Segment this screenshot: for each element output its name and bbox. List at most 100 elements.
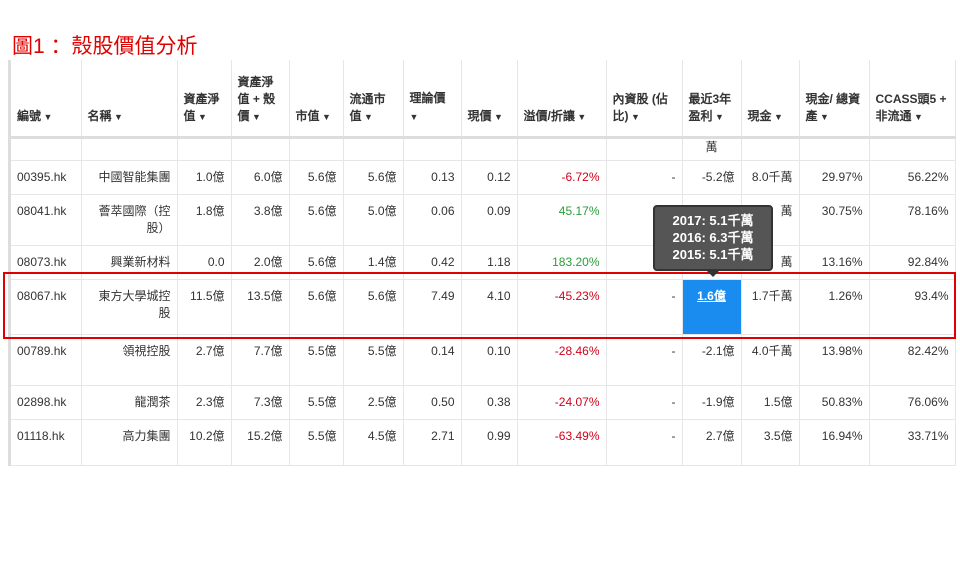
column-header[interactable]: 現價 ▼ xyxy=(461,60,518,139)
cell-domestic: - xyxy=(606,160,683,195)
cell-name: 領視控股 xyxy=(81,334,178,386)
cell-price: 0.09 xyxy=(461,194,518,246)
cell-theory: 0.13 xyxy=(403,160,462,195)
cell-float: 2.5億 xyxy=(343,385,404,420)
cell-ccass: 76.06% xyxy=(869,385,956,420)
cell-price: 0.12 xyxy=(461,160,518,195)
table-row[interactable]: 00789.hk 領視控股 2.7億 7.7億 5.5億 5.5億 0.14 0.10 -28.… xyxy=(11,334,956,386)
cell-cash: 4.0千萬 xyxy=(741,334,800,386)
sort-caret-icon[interactable]: ▼ xyxy=(818,112,829,122)
cell-cash-ratio: 30.75% xyxy=(799,194,870,246)
header-label: 現金/ 總資產 xyxy=(805,91,861,123)
header-label: 現價 xyxy=(467,108,492,123)
cell-name: 高力集團 xyxy=(81,419,178,466)
cell-domestic: - xyxy=(606,385,683,420)
cell-nav-shell: 3.8億 xyxy=(231,194,290,246)
cell-code: 00395.hk xyxy=(11,160,82,195)
column-header[interactable]: 現金 ▼ xyxy=(741,60,800,139)
profit-tooltip: 2017: 5.1千萬 2016: 6.3千萬 2015: 5.1千萬 xyxy=(653,205,773,277)
sort-caret-icon[interactable]: ▼ xyxy=(713,112,724,122)
cell-code: 02898.hk xyxy=(11,385,82,420)
cell-cash-ratio: 13.98% xyxy=(799,334,870,386)
cell-profit: -5.2億 xyxy=(682,160,742,195)
cell-prem: -24.07% xyxy=(517,385,607,420)
shell-stock-table: 編號 ▼ 名稱 ▼ 資產淨值 ▼ 資產淨值 + 殼價 ▼ 市值 ▼ 流通市值 ▼ 理論價 ▼… xyxy=(8,60,956,466)
header-label: 內資股 (佔比) xyxy=(612,91,668,123)
cell-cash: 3.5億 xyxy=(741,419,800,466)
cell-theory: 0.14 xyxy=(403,334,462,386)
cell-profit: 2.7億 xyxy=(682,419,742,466)
cell-nav-shell: 15.2億 xyxy=(231,419,290,466)
sort-caret-icon[interactable]: ▼ xyxy=(41,112,53,122)
cell-name: 龍潤茶 xyxy=(81,385,178,420)
cell-prem: 45.17% xyxy=(517,194,607,246)
cell-prem: -6.72% xyxy=(517,160,607,195)
cell-theory: 0.06 xyxy=(403,194,462,246)
tooltip-line: 2016: 6.3千萬 xyxy=(672,230,754,245)
header-label: 編號 xyxy=(17,108,42,123)
cell-theory: 2.71 xyxy=(403,419,462,466)
cell-cash: 1.5億 xyxy=(741,385,800,420)
column-header[interactable]: 名稱 ▼ xyxy=(81,60,178,139)
cell-float: 4.5億 xyxy=(343,419,404,466)
sort-caret-icon[interactable]: ▼ xyxy=(320,112,331,122)
header-label: 最近3年 盈利 xyxy=(688,91,732,123)
sort-caret-icon[interactable]: ▼ xyxy=(250,112,261,122)
sort-caret-icon[interactable]: ▼ xyxy=(410,112,419,122)
cell-float: 5.6億 xyxy=(343,160,404,195)
sort-caret-icon[interactable]: ▼ xyxy=(196,112,207,122)
sort-caret-icon[interactable]: ▼ xyxy=(362,112,373,122)
cell-domestic: - xyxy=(606,334,683,386)
cell-nav-shell: 7.7億 xyxy=(231,334,290,386)
table-row[interactable]: 08041.hk 薈萃國際（控股） 1.8億 3.8億 5.6億 5.0億 0.06 0.09… xyxy=(11,194,956,246)
header-label: 溢價/折讓 xyxy=(523,108,575,123)
sort-caret-icon[interactable]: ▼ xyxy=(772,112,783,122)
column-header[interactable]: 現金/ 總資產 ▼ xyxy=(799,60,870,139)
column-header[interactable]: 最近3年 盈利 ▼ xyxy=(682,60,742,139)
header-label: 市值 xyxy=(295,108,320,123)
highlight-box xyxy=(3,272,956,339)
cell-nav-shell: 7.3億 xyxy=(231,385,290,420)
cell-mcap: 5.6億 xyxy=(289,194,344,246)
column-header[interactable]: 資產淨值 ▼ xyxy=(177,60,232,139)
sort-caret-icon[interactable]: ▼ xyxy=(629,112,640,122)
cell-ccass: 82.42% xyxy=(869,334,956,386)
cell-nav: 10.2億 xyxy=(177,419,232,466)
sort-caret-icon[interactable]: ▼ xyxy=(912,112,923,122)
cell-nav: 1.8億 xyxy=(177,194,232,246)
column-header[interactable]: 資產淨值 + 殼價 ▼ xyxy=(231,60,290,139)
table-row[interactable]: 02898.hk 龍潤茶 2.3億 7.3億 5.5億 2.5億 0.50 0.38 -24.0… xyxy=(11,385,956,420)
cell-name: 中國智能集團 xyxy=(81,160,178,195)
cell-cash-ratio: 29.97% xyxy=(799,160,870,195)
cell-price: 0.38 xyxy=(461,385,518,420)
column-header[interactable]: 溢價/折讓 ▼ xyxy=(517,60,607,139)
cell-theory: 0.50 xyxy=(403,385,462,420)
cell-code: 01118.hk xyxy=(11,419,82,466)
column-header[interactable]: CCASS頭5 + 非流通 ▼ xyxy=(869,60,956,139)
cell-mcap: 5.5億 xyxy=(289,419,344,466)
cell-mcap: 5.5億 xyxy=(289,385,344,420)
column-header[interactable]: 內資股 (佔比) ▼ xyxy=(606,60,683,139)
header-label: 理論價 xyxy=(409,90,446,105)
cell-profit: -1.9億 xyxy=(682,385,742,420)
partial-text: 萬 xyxy=(682,137,742,161)
cell-nav-shell: 6.0億 xyxy=(231,160,290,195)
cell-code: 00789.hk xyxy=(11,334,82,386)
cell-domestic: - xyxy=(606,419,683,466)
cell-nav: 1.0億 xyxy=(177,160,232,195)
table-row[interactable]: 00395.hk 中國智能集團 1.0億 6.0億 5.6億 5.6億 0.13 0.12 -6… xyxy=(11,160,956,195)
sort-caret-icon[interactable]: ▼ xyxy=(492,112,503,122)
column-header[interactable]: 流通市值 ▼ xyxy=(343,60,404,139)
column-header[interactable]: 理論價 ▼ xyxy=(403,60,462,139)
cell-prem: -28.46% xyxy=(517,334,607,386)
sort-caret-icon[interactable]: ▼ xyxy=(112,112,123,122)
figure-title: 圖1 ：殼股價值分析 xyxy=(12,35,198,58)
cell-float: 5.5億 xyxy=(343,334,404,386)
column-header[interactable]: 市值 ▼ xyxy=(289,60,344,139)
cell-ccass: 56.22% xyxy=(869,160,956,195)
cell-nav: 2.3億 xyxy=(177,385,232,420)
sort-caret-icon[interactable]: ▼ xyxy=(575,112,586,122)
cell-mcap: 5.5億 xyxy=(289,334,344,386)
table-row[interactable]: 01118.hk 高力集團 10.2億 15.2億 5.5億 4.5億 2.71 0.99 -6… xyxy=(11,419,956,466)
column-header[interactable]: 編號 ▼ xyxy=(11,60,82,139)
